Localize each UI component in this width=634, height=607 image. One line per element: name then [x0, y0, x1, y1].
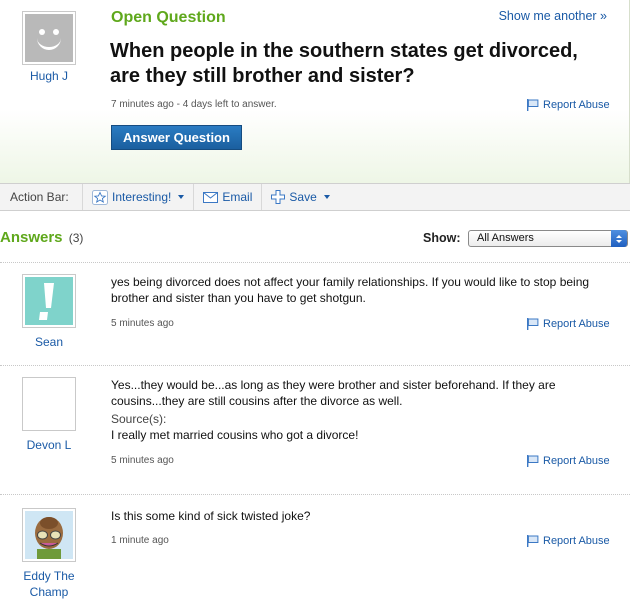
- asker-name-link[interactable]: Hugh J: [14, 69, 84, 83]
- answer-text: yes being divorced does not affect your …: [111, 275, 590, 305]
- answer-divider: [0, 494, 630, 495]
- report-abuse-link[interactable]: Report Abuse: [526, 455, 610, 467]
- question-type-label: Open Question: [111, 9, 226, 26]
- answer-text: Yes...they would be...as long as they we…: [111, 378, 556, 408]
- answer-text: Is this some kind of sick twisted joke?: [111, 509, 311, 523]
- exclamation-avatar-icon: [25, 277, 73, 325]
- report-abuse-label: Report Abuse: [543, 455, 610, 467]
- interesting-label: Interesting!: [112, 190, 172, 204]
- action-bar-label: Action Bar:: [10, 190, 69, 204]
- answers-title: Answers: [0, 229, 63, 246]
- answer-author-link[interactable]: Devon L: [10, 437, 88, 453]
- email-label: Email: [222, 190, 253, 204]
- interesting-button[interactable]: Interesting!: [82, 184, 193, 210]
- email-button[interactable]: Email: [193, 184, 261, 210]
- plus-icon: [271, 190, 286, 204]
- envelope-icon: [203, 191, 219, 203]
- answer-time: 1 minute ago: [111, 535, 169, 546]
- show-filter-value: All Answers: [477, 232, 534, 244]
- answer-time: 5 minutes ago: [111, 318, 174, 329]
- flag-icon: [527, 535, 539, 547]
- chevron-down-icon: [323, 195, 330, 199]
- asker-avatar[interactable]: [22, 11, 76, 65]
- question-panel: Hugh J Open Question Show me another » W…: [0, 0, 630, 183]
- answer-avatar[interactable]: [22, 377, 76, 431]
- flag-icon: [527, 455, 539, 467]
- select-arrows-icon: [611, 230, 627, 247]
- answer-author-link[interactable]: Eddy The Champ: [10, 568, 88, 600]
- answers-heading: Answers (3): [0, 229, 83, 246]
- default-smiley-avatar-icon: [25, 14, 73, 62]
- star-icon: [92, 189, 108, 205]
- show-filter-label: Show:: [423, 231, 461, 245]
- source-text: I really met married cousins who got a d…: [111, 428, 359, 442]
- answers-count: (3): [68, 231, 84, 245]
- answer-author-link[interactable]: Sean: [10, 334, 88, 350]
- report-abuse-link[interactable]: Report Abuse: [526, 535, 610, 547]
- report-abuse-link[interactable]: Report Abuse: [526, 318, 610, 330]
- report-abuse-link[interactable]: Report Abuse: [526, 99, 610, 111]
- show-filter-select[interactable]: All Answers: [468, 230, 628, 247]
- answer-time: 5 minutes ago: [111, 455, 174, 466]
- report-abuse-label: Report Abuse: [543, 99, 610, 111]
- save-button[interactable]: Save: [261, 184, 338, 210]
- cartoon-character-avatar-icon: [25, 511, 73, 559]
- save-label: Save: [289, 190, 317, 204]
- question-title: When people in the southern states get d…: [110, 40, 578, 87]
- answer-avatar[interactable]: [22, 508, 76, 562]
- action-bar: Action Bar: Interesting! Email Save: [0, 183, 630, 211]
- answer-avatar[interactable]: [22, 274, 76, 328]
- report-abuse-label: Report Abuse: [543, 318, 610, 330]
- answer-question-button[interactable]: Answer Question: [111, 125, 242, 150]
- show-another-link[interactable]: Show me another »: [499, 9, 607, 23]
- report-abuse-label: Report Abuse: [543, 535, 610, 547]
- answer-divider: [0, 365, 630, 366]
- flag-icon: [527, 318, 539, 330]
- flag-icon: [527, 99, 539, 111]
- question-meta: 7 minutes ago - 4 days left to answer.: [111, 99, 277, 110]
- answer-divider: [0, 262, 630, 263]
- source-label: Source(s):: [111, 412, 167, 426]
- chevron-down-icon: [178, 195, 185, 199]
